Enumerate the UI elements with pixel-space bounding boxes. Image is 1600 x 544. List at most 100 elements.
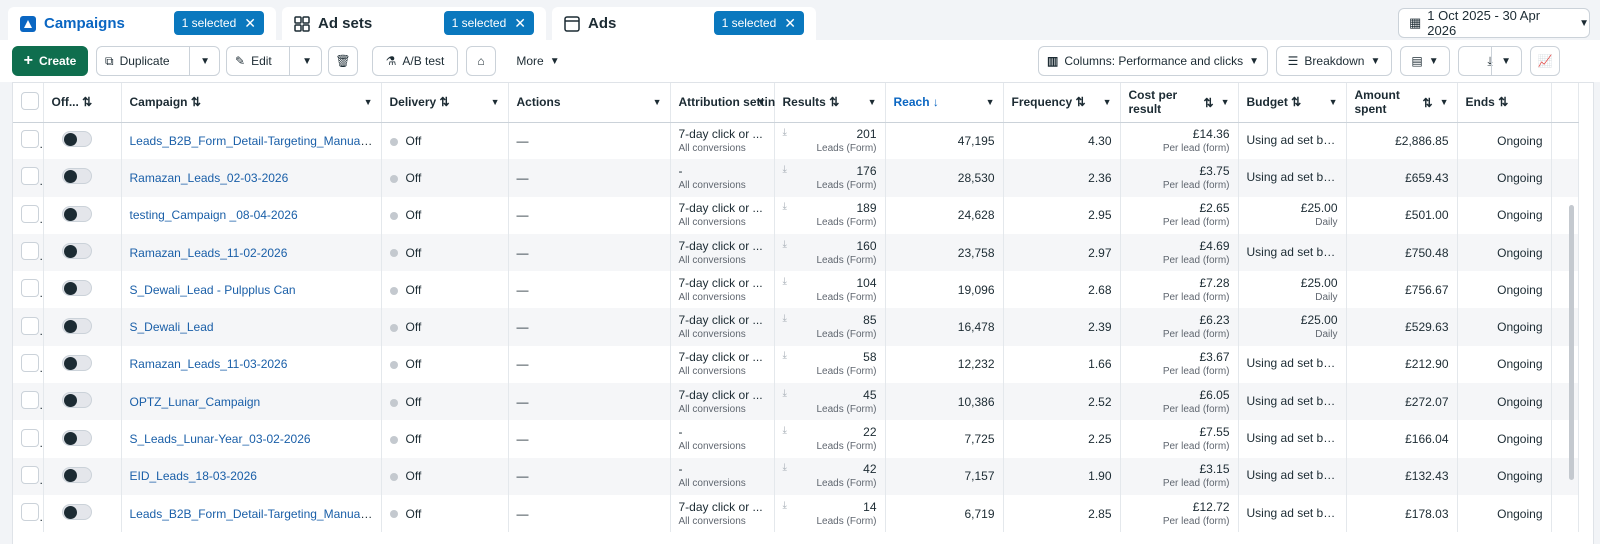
col-frequency[interactable]: Frequency ⇅ ▼ — [1003, 83, 1121, 123]
download-icon[interactable]: ⤓ — [783, 238, 787, 252]
breakdown-button[interactable]: ☰ Breakdown ▼ — [1276, 46, 1392, 76]
row-select-cell[interactable] — [13, 383, 44, 421]
campaign-name-link[interactable]: testing_Campaign _08-04-2026 — [130, 208, 298, 222]
chevron-down-icon[interactable]: ▼ — [1103, 97, 1112, 107]
sort-icon[interactable]: ⇅ — [1203, 96, 1213, 110]
col-reach[interactable]: Reach ↓ ▼ — [885, 83, 1004, 123]
close-icon[interactable]: ✕ — [514, 15, 526, 32]
table-row[interactable]: Ramazan_Leads_11-02-2026 Off — 7-day cli… — [13, 233, 1579, 272]
onoff-cell[interactable] — [43, 196, 122, 234]
row-checkbox[interactable] — [21, 130, 39, 149]
table-row[interactable]: OPTZ_Lunar_Campaign Off — 7-day click or… — [13, 383, 1579, 421]
campaign-cell[interactable]: Leads_B2B_Form_Detail-Targeting_Manual-.… — [121, 494, 382, 533]
tab-campaigns[interactable]: Campaigns 1 selected ✕ — [8, 7, 276, 40]
chevron-down-icon[interactable]: ▼ — [653, 97, 662, 107]
chevron-down-icon[interactable]: ▼ — [868, 97, 877, 107]
table-row[interactable]: S_Dewali_Lead - Pulpplus Can Off — 7-day… — [13, 271, 1579, 309]
campaign-name-link[interactable]: Leads_B2B_Form_Detail-Targeting_Manual-.… — [130, 507, 377, 521]
campaign-cell[interactable]: Leads_B2B_Form_Detail-Targeting_Manual-.… — [121, 122, 382, 160]
on-off-toggle[interactable] — [61, 317, 92, 334]
chevron-down-icon[interactable]: ▼ — [364, 97, 373, 107]
download-icon[interactable]: ⤓ — [783, 349, 787, 363]
col-campaign[interactable]: Campaign ⇅ ▼ — [121, 83, 382, 123]
onoff-cell[interactable] — [43, 345, 122, 384]
chevron-down-icon[interactable]: ▼ — [1440, 97, 1449, 107]
row-checkbox[interactable] — [21, 204, 39, 223]
sort-icon[interactable]: ⇅ — [1076, 95, 1086, 109]
row-select-cell[interactable] — [13, 308, 44, 346]
download-icon[interactable]: ⤓ — [783, 461, 787, 475]
on-off-toggle[interactable] — [61, 466, 92, 483]
on-off-toggle[interactable] — [61, 280, 92, 297]
campaign-cell[interactable]: S_Dewali_Lead — [121, 308, 382, 346]
campaign-name-link[interactable]: Ramazan_Leads_11-02-2026 — [130, 246, 288, 260]
campaign-name-link[interactable]: OPTZ_Lunar_Campaign — [130, 395, 261, 409]
campaign-cell[interactable]: Ramazan_Leads_11-03-2026 — [121, 345, 382, 384]
row-select-cell[interactable] — [13, 233, 44, 272]
chevron-down-icon[interactable]: ▼ — [1501, 56, 1511, 67]
tab-ads[interactable]: Ads 1 selected ✕ — [552, 7, 816, 40]
download-icon[interactable]: ⤓ — [783, 387, 787, 401]
edit-button[interactable]: ✎ Edit ▼ — [226, 46, 322, 76]
col-amount-spent[interactable]: Amount spent ⇅ ▼ — [1346, 83, 1458, 123]
on-off-toggle[interactable] — [61, 243, 92, 260]
sort-icon[interactable]: ⇅ — [440, 95, 450, 109]
more-button[interactable]: More ▼ — [506, 46, 570, 76]
sort-icon[interactable]: ⇅ — [191, 95, 201, 109]
close-icon[interactable]: ✕ — [244, 15, 256, 32]
chart-toggle-button[interactable]: 📈 — [1530, 46, 1560, 76]
col-actions[interactable]: Actions ▼ — [508, 83, 671, 123]
onoff-cell[interactable] — [43, 233, 122, 272]
chevron-down-icon[interactable]: ▼ — [986, 97, 995, 107]
onoff-cell[interactable] — [43, 308, 122, 346]
on-off-toggle[interactable] — [61, 131, 92, 148]
onoff-cell[interactable] — [43, 494, 122, 533]
campaign-name-link[interactable]: Ramazan_Leads_11-03-2026 — [130, 357, 288, 371]
tab-ad-sets[interactable]: Ad sets 1 selected ✕ — [282, 7, 546, 40]
campaign-name-link[interactable]: EID_Leads_18-03-2026 — [130, 469, 257, 483]
table-row[interactable]: S_Leads_Lunar-Year_03-02-2026 Off — - All… — [13, 420, 1579, 458]
vertical-scrollbar[interactable] — [1569, 205, 1574, 480]
row-select-cell[interactable] — [13, 271, 44, 309]
sort-icon[interactable]: ⇅ — [1291, 95, 1301, 109]
on-off-toggle[interactable] — [61, 354, 92, 371]
row-checkbox[interactable] — [21, 428, 39, 447]
col-onoff[interactable]: Off... ⇅ — [43, 83, 122, 123]
campaign-cell[interactable]: Ramazan_Leads_11-02-2026 — [121, 233, 382, 272]
campaign-cell[interactable]: testing_Campaign _08-04-2026 — [121, 196, 382, 234]
create-button[interactable]: + Create — [12, 46, 88, 76]
row-checkbox[interactable] — [21, 316, 39, 335]
campaign-cell[interactable]: OPTZ_Lunar_Campaign — [121, 383, 382, 421]
col-ends[interactable]: Ends ⇅ — [1457, 83, 1552, 123]
download-icon[interactable]: ⤓ — [783, 275, 787, 289]
sort-icon[interactable]: ⇅ — [1422, 96, 1432, 110]
table-row[interactable]: Ramazan_Leads_02-03-2026 Off — - All conv… — [13, 159, 1579, 197]
onoff-cell[interactable] — [43, 122, 122, 160]
download-icon[interactable]: ⤓ — [783, 126, 787, 140]
onoff-cell[interactable] — [43, 457, 122, 495]
chevron-down-icon[interactable]: ▼ — [491, 97, 500, 107]
row-select-cell[interactable] — [13, 122, 44, 160]
export-button[interactable]: ⤓ ▼ — [1458, 46, 1522, 76]
on-off-toggle[interactable] — [61, 429, 92, 446]
table-row[interactable]: Leads_B2B_Form_Detail-Targeting_Manual-.… — [13, 494, 1579, 533]
chevron-down-icon[interactable]: ▼ — [1329, 97, 1338, 107]
row-select-cell[interactable] — [13, 494, 44, 533]
campaign-name-link[interactable]: S_Dewali_Lead - Pulpplus Can — [130, 283, 296, 297]
select-all-header[interactable] — [13, 83, 44, 123]
table-row[interactable]: EID_Leads_18-03-2026 Off — - All conversi… — [13, 457, 1579, 495]
campaign-name-link[interactable]: Leads_B2B_Form_Detail-Targeting_Manual-.… — [130, 134, 377, 148]
col-budget[interactable]: Budget ⇅ ▼ — [1238, 83, 1347, 123]
row-select-cell[interactable] — [13, 159, 44, 197]
sort-desc-icon[interactable]: ↓ — [933, 95, 939, 109]
duplicate-button[interactable]: ⧉ Duplicate ▼ — [96, 46, 220, 76]
campaign-name-link[interactable]: S_Leads_Lunar-Year_03-02-2026 — [130, 432, 311, 446]
reports-button[interactable]: ▤ ▼ — [1400, 46, 1450, 76]
onoff-cell[interactable] — [43, 383, 122, 421]
sort-icon[interactable]: ⇅ — [82, 95, 92, 109]
close-icon[interactable]: ✕ — [784, 15, 796, 32]
on-off-toggle[interactable] — [61, 392, 92, 409]
columns-button[interactable]: ▥ Columns: Performance and clicks ▼ — [1038, 46, 1268, 76]
onoff-cell[interactable] — [43, 159, 122, 197]
on-off-toggle[interactable] — [61, 205, 92, 222]
